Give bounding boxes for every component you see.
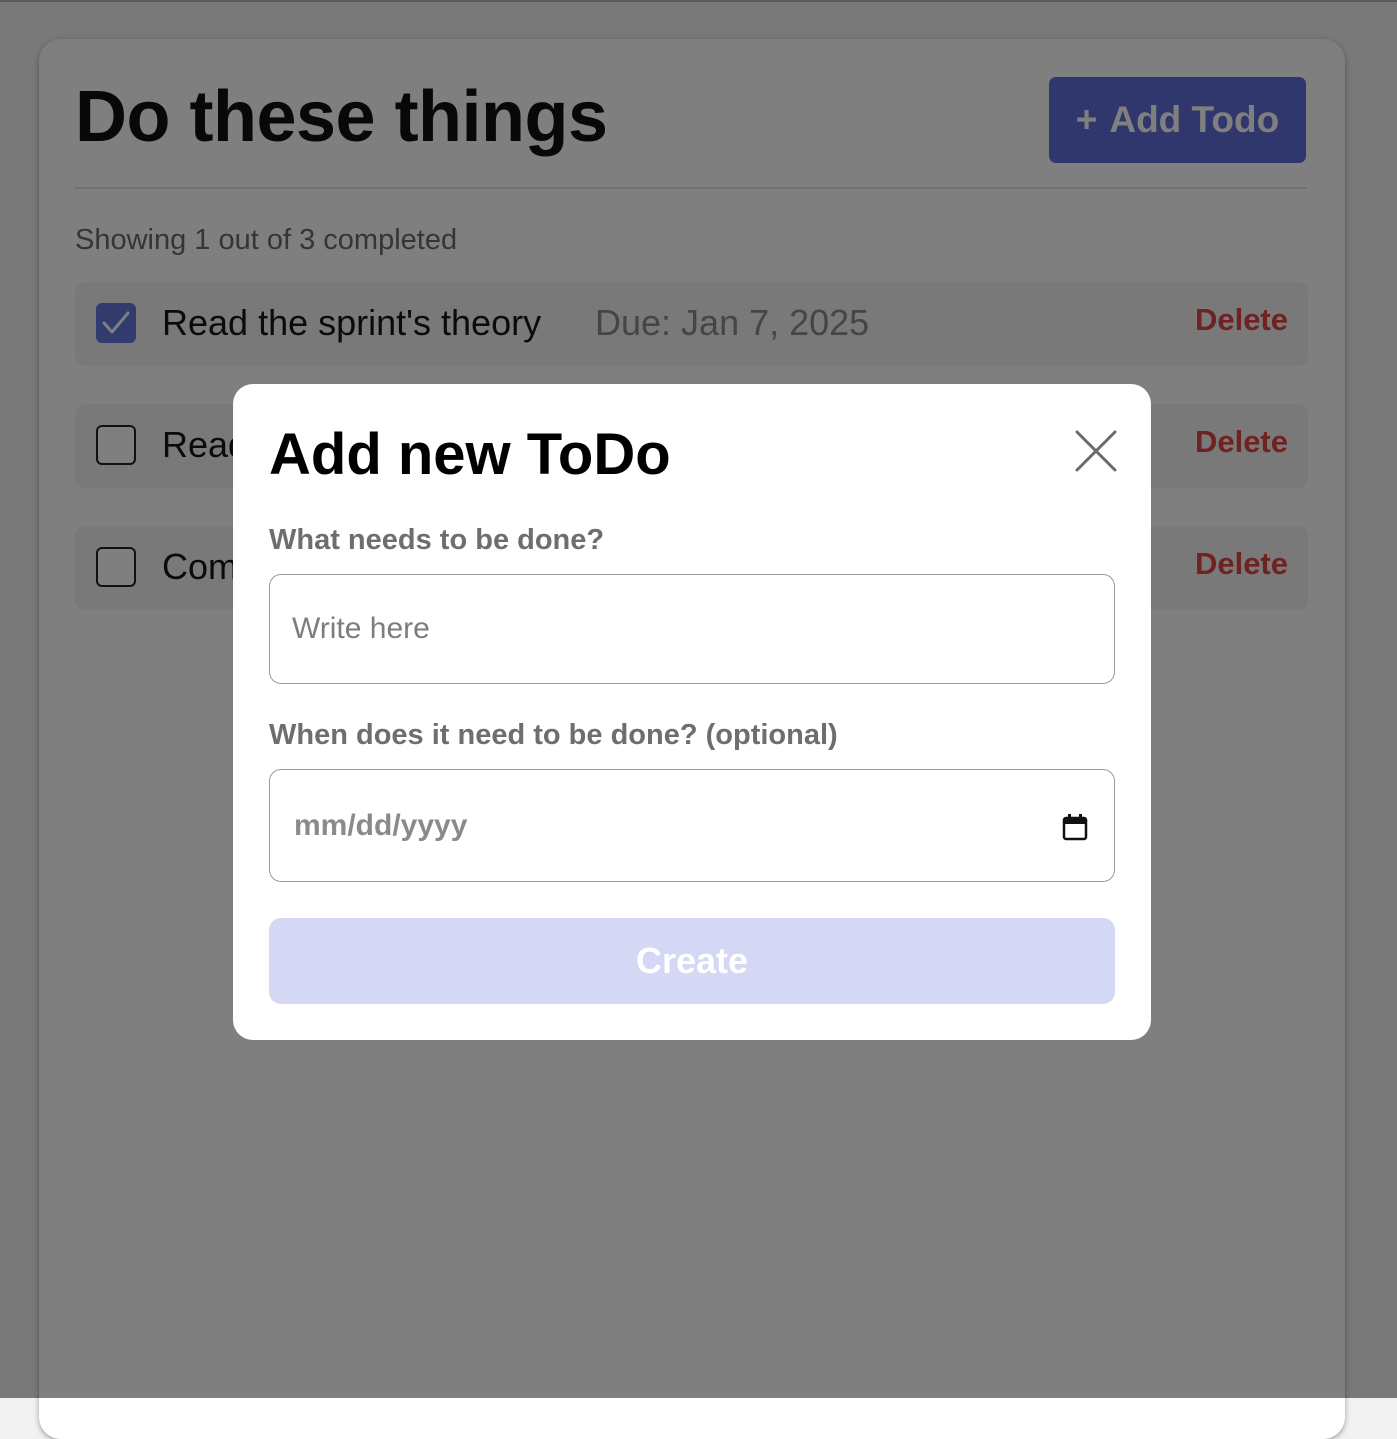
create-button[interactable]: Create — [269, 918, 1115, 1004]
close-icon — [1075, 430, 1117, 472]
add-todo-modal: Add new ToDo What needs to be done? When… — [233, 384, 1151, 1040]
close-button[interactable] — [1073, 428, 1119, 474]
date-placeholder: mm/dd/yyyy — [294, 808, 468, 842]
calendar-icon[interactable] — [1062, 813, 1088, 841]
modal-title: Add new ToDo — [269, 422, 671, 487]
due-date-label: When does it need to be done? (optional) — [269, 719, 838, 751]
task-label: What needs to be done? — [269, 524, 605, 556]
due-date-input[interactable]: mm/dd/yyyy — [269, 769, 1115, 882]
task-input[interactable] — [269, 574, 1115, 684]
